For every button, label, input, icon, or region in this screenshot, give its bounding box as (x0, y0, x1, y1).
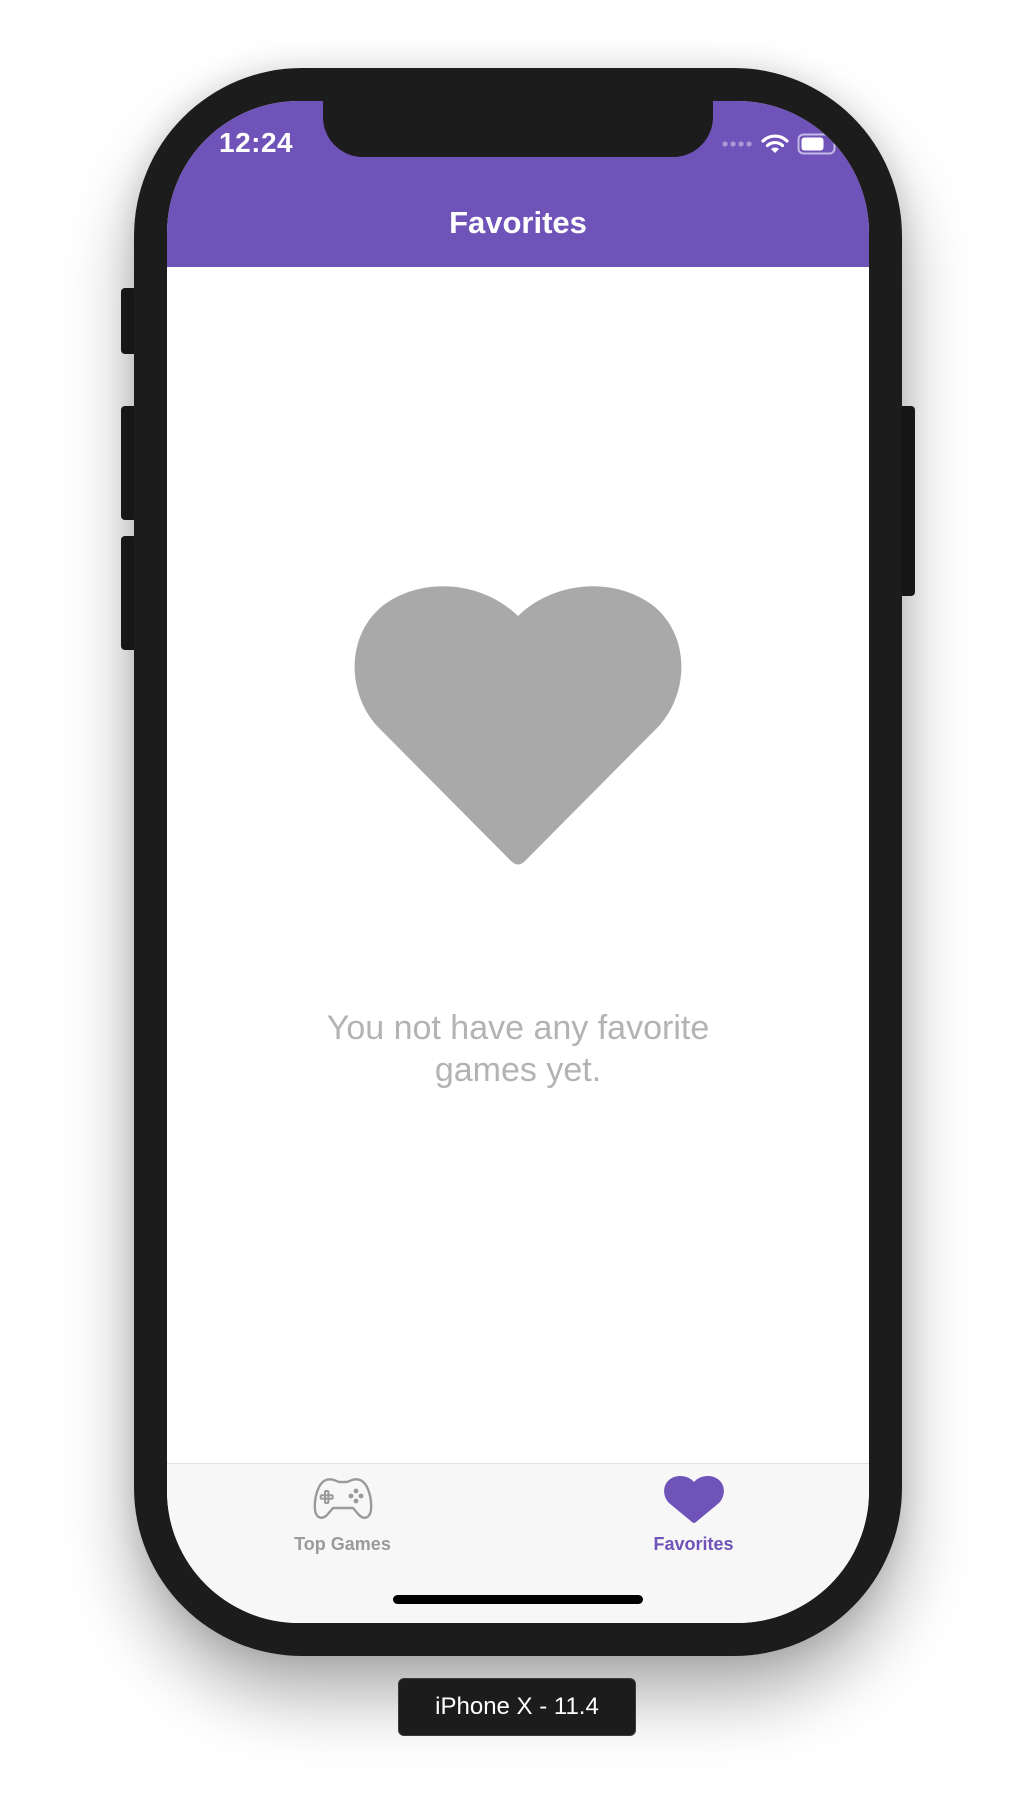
device-label: iPhone X - 11.4 (398, 1678, 636, 1736)
tab-favorites[interactable]: Favorites (518, 1464, 869, 1564)
notch (323, 101, 713, 157)
signal-dots-icon (722, 141, 752, 147)
home-indicator[interactable] (393, 1595, 643, 1604)
status-icons (721, 131, 841, 157)
simulator-stage: 12:24 Favorites You not have any favorit… (0, 0, 1034, 1818)
battery-icon (797, 133, 840, 155)
heart-icon (664, 1476, 724, 1523)
status-time: 12:24 (219, 127, 294, 158)
tab-label-top-games: Top Games (294, 1534, 391, 1554)
gamepad-icon (313, 1478, 373, 1519)
tab-top-games[interactable]: Top Games (167, 1464, 518, 1564)
tab-label-favorites: Favorites (653, 1534, 734, 1554)
wifi-icon (761, 134, 789, 153)
empty-state-message: You not have any favorite games yet. (326, 1009, 710, 1089)
heart-icon (354, 586, 682, 865)
page-title: Favorites (449, 205, 587, 240)
phone-screen: 12:24 Favorites You not have any favorit… (167, 101, 869, 1623)
navigation-bar: Favorites (167, 191, 869, 267)
